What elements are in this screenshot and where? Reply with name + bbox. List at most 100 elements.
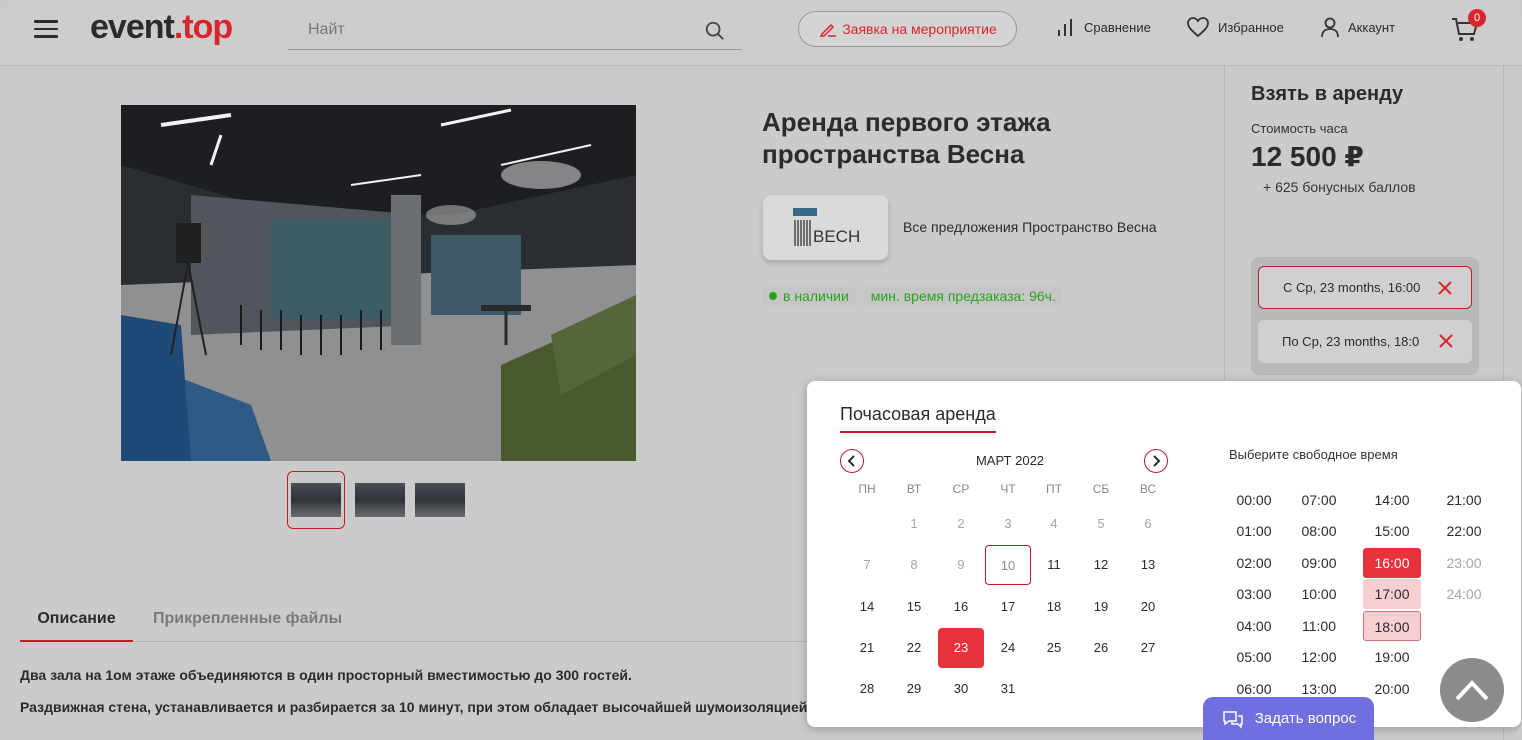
content-tabs: Описание Прикрепленные файлы — [20, 600, 810, 642]
time-slot[interactable]: 23:00 — [1435, 548, 1493, 578]
main-photo[interactable] — [121, 105, 636, 461]
rent-title: Взять в аренду — [1251, 83, 1404, 105]
weekday-label: ЧТ — [1000, 482, 1016, 496]
time-slot[interactable]: 18:00 — [1363, 611, 1421, 641]
availability: в наличии мин. время предзаказа: 96ч. — [762, 285, 1063, 307]
time-slot[interactable]: 17:00 — [1363, 579, 1421, 609]
calendar-day[interactable]: 19 — [1078, 587, 1124, 627]
time-slot[interactable]: 12:00 — [1290, 642, 1348, 672]
time-slot[interactable]: 22:00 — [1435, 516, 1493, 546]
ask-question-button[interactable]: Задать вопрос — [1203, 697, 1374, 740]
time-slot[interactable]: 02:00 — [1225, 548, 1283, 578]
calendar-day[interactable]: 10 — [985, 545, 1031, 585]
calendar-day[interactable]: 27 — [1125, 628, 1171, 668]
calendar-day[interactable]: 12 — [1078, 545, 1124, 585]
hourly-rent-popup: Почасовая аренда МАРТ 2022 ПН ВТ СР ЧТ ПТ СБ В… — [807, 381, 1521, 727]
time-slot[interactable]: 11:00 — [1290, 611, 1348, 641]
time-slot[interactable]: 16:00 — [1363, 548, 1421, 578]
calendar-day[interactable]: 24 — [985, 628, 1031, 668]
venue-photo — [121, 105, 636, 461]
weekday-label: СБ — [1092, 482, 1110, 496]
clear-to-icon[interactable] — [1438, 333, 1454, 349]
thumbnail-active[interactable] — [287, 471, 345, 529]
search-icon[interactable] — [704, 20, 726, 42]
time-slot[interactable]: 19:00 — [1363, 642, 1421, 672]
bonus-points: + 625 бонусных баллов — [1263, 179, 1416, 195]
header: event.top Заявка на мероприятие Сравнени… — [0, 0, 1522, 66]
thumbnail[interactable] — [355, 483, 405, 517]
user-icon — [1321, 17, 1339, 38]
date-to-field[interactable]: По Ср, 23 months, 18:0 — [1258, 320, 1472, 363]
thumbnail[interactable] — [415, 483, 465, 517]
time-slot[interactable]: 00:00 — [1225, 485, 1283, 515]
calendar-day[interactable]: 7 — [844, 545, 890, 585]
calendar-day[interactable]: 22 — [891, 628, 937, 668]
scroll-top-button[interactable] — [1440, 658, 1504, 722]
brand-logo[interactable]: ВЕСНА — [763, 195, 888, 260]
preorder-badge: мин. время предзаказа: 96ч. — [863, 285, 1063, 307]
prev-month-button[interactable] — [840, 449, 864, 473]
time-slot[interactable]: 07:00 — [1290, 485, 1348, 515]
calendar-day[interactable]: 13 — [1125, 545, 1171, 585]
logo[interactable]: event.top — [90, 8, 233, 47]
calendar-day[interactable]: 26 — [1078, 628, 1124, 668]
weekday-label: ВС — [1139, 482, 1157, 496]
time-slot[interactable]: 09:00 — [1290, 548, 1348, 578]
calendar-day[interactable]: 29 — [891, 669, 937, 709]
calendar-day-selected[interactable]: 23 — [938, 628, 984, 668]
time-slot[interactable]: 10:00 — [1290, 579, 1348, 609]
svg-text:ВЕСНА: ВЕСНА — [813, 227, 861, 246]
pencil-icon — [820, 23, 837, 37]
favorites-link[interactable]: Избранное — [1186, 16, 1284, 38]
calendar-day[interactable]: 17 — [985, 587, 1031, 627]
price-label: Стоимость часа — [1251, 121, 1348, 136]
time-slot[interactable]: 05:00 — [1225, 642, 1283, 672]
chevron-up-icon — [1455, 680, 1489, 701]
event-request-button[interactable]: Заявка на мероприятие — [798, 11, 1017, 47]
calendar-day[interactable]: 31 — [985, 669, 1031, 709]
tab-files[interactable]: Прикрепленные файлы — [153, 610, 342, 628]
calendar-day[interactable]: 25 — [1031, 628, 1077, 668]
clear-from-icon[interactable] — [1437, 280, 1453, 296]
time-slot[interactable]: 14:00 — [1363, 485, 1421, 515]
calendar-day[interactable]: 18 — [1031, 587, 1077, 627]
calendar-day[interactable]: 8 — [891, 545, 937, 585]
time-slot[interactable]: 15:00 — [1363, 516, 1421, 546]
calendar-month: МАРТ 2022 — [975, 453, 1045, 468]
time-slot[interactable]: 08:00 — [1290, 516, 1348, 546]
calendar-day[interactable]: 1 — [891, 504, 937, 544]
calendar-day[interactable]: 5 — [1078, 504, 1124, 544]
menu-icon[interactable] — [34, 20, 58, 38]
compare-link[interactable]: Сравнение — [1056, 16, 1151, 38]
time-slot[interactable]: 20:00 — [1363, 674, 1421, 704]
next-month-button[interactable] — [1144, 449, 1168, 473]
time-slot[interactable]: 03:00 — [1225, 579, 1283, 609]
calendar-day[interactable]: 6 — [1125, 504, 1171, 544]
time-slot[interactable]: 04:00 — [1225, 611, 1283, 641]
calendar-day[interactable]: 21 — [844, 628, 890, 668]
time-slot[interactable]: 24:00 — [1435, 579, 1493, 609]
calendar-day[interactable]: 15 — [891, 587, 937, 627]
calendar-day[interactable]: 20 — [1125, 587, 1171, 627]
weekday-label: ВТ — [906, 482, 922, 496]
chat-icon — [1223, 710, 1243, 729]
calendar-day[interactable]: 9 — [938, 545, 984, 585]
calendar-day[interactable]: 14 — [844, 587, 890, 627]
calendar-day[interactable]: 28 — [844, 669, 890, 709]
calendar-day[interactable]: 16 — [938, 587, 984, 627]
time-slot[interactable]: 21:00 — [1435, 485, 1493, 515]
brand-offers-link[interactable]: Все предложения Пространство Весна — [903, 219, 1157, 235]
time-slot[interactable]: 01:00 — [1225, 516, 1283, 546]
account-link[interactable]: Аккаунт — [1320, 16, 1395, 38]
weekday-label: СР — [952, 482, 970, 496]
popup-title: Почасовая аренда — [840, 404, 996, 433]
calendar-day[interactable]: 11 — [1031, 545, 1077, 585]
tab-description[interactable]: Описание — [20, 610, 133, 642]
weekday-label: ПН — [858, 482, 876, 496]
calendar-day[interactable]: 4 — [1031, 504, 1077, 544]
calendar-day[interactable]: 2 — [938, 504, 984, 544]
date-from-field[interactable]: С Ср, 23 months, 16:00 — [1258, 266, 1472, 309]
search-input[interactable] — [288, 12, 688, 48]
calendar-day[interactable]: 3 — [985, 504, 1031, 544]
calendar-day[interactable]: 30 — [938, 669, 984, 709]
